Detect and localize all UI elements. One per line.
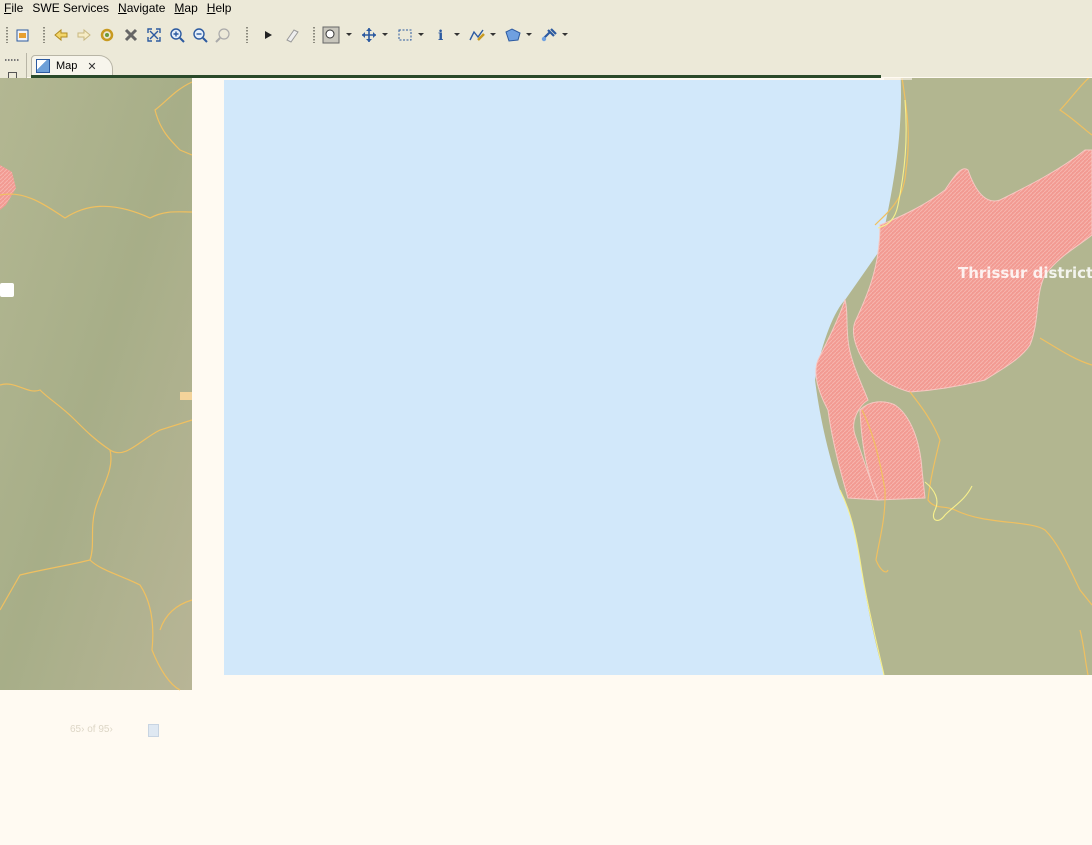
tab-label: Map: [56, 60, 78, 72]
menu-map[interactable]: Map: [170, 0, 202, 17]
status-memory: 65› of 95›: [70, 724, 113, 735]
toolbar-grip[interactable]: [43, 27, 45, 43]
map-label-fragment: [0, 283, 14, 297]
toolbar-grip[interactable]: [313, 27, 315, 43]
zoom-tool-icon[interactable]: [322, 26, 340, 44]
run-icon[interactable]: [259, 26, 277, 44]
zoom-out-icon[interactable]: [191, 26, 209, 44]
map-district-label: Thrissur district: [958, 264, 1092, 282]
info-tool-dropdown[interactable]: [454, 33, 460, 36]
editor-tab-row: [0, 53, 1092, 77]
pan-tool-dropdown[interactable]: [382, 33, 388, 36]
zoom-tool-dropdown[interactable]: [346, 33, 352, 36]
menu-file[interactable]: File: [0, 0, 28, 17]
tab-map[interactable]: Map ✕: [31, 55, 113, 76]
edit-tool-dropdown[interactable]: [490, 33, 496, 36]
map-canvas[interactable]: Thrissur district: [0, 63, 1092, 698]
menu-swe-services[interactable]: SWE Services: [28, 0, 114, 17]
zoom-in-icon[interactable]: [168, 26, 186, 44]
svg-text:i: i: [438, 28, 443, 43]
plugin-tool-dropdown[interactable]: [562, 33, 568, 36]
map-overlay-fragment: [884, 64, 912, 80]
refresh-icon[interactable]: [98, 26, 116, 44]
info-tool-icon[interactable]: i: [432, 26, 450, 44]
zoom-selection-icon[interactable]: [214, 26, 232, 44]
select-tool-dropdown[interactable]: [418, 33, 424, 36]
close-icon[interactable]: ✕: [87, 60, 96, 73]
toolbar-grip[interactable]: [246, 27, 248, 43]
map-repaint-gap: [192, 78, 224, 688]
edit-tool-icon[interactable]: [468, 26, 486, 44]
land-left: [0, 78, 192, 690]
menu-navigate[interactable]: Navigate: [114, 0, 170, 17]
new-map-icon[interactable]: [14, 26, 32, 44]
eraser-icon[interactable]: [283, 26, 301, 44]
main-toolbar: i: [0, 17, 1092, 54]
map-marker: [180, 392, 192, 400]
map-icon: [36, 59, 50, 73]
zoom-extent-icon[interactable]: [145, 26, 163, 44]
feature-tool-dropdown[interactable]: [526, 33, 532, 36]
plugin-tool-icon[interactable]: [540, 26, 558, 44]
trash-icon[interactable]: [148, 724, 159, 737]
stop-icon[interactable]: [122, 26, 140, 44]
minimized-view-stack[interactable]: [0, 53, 27, 81]
select-tool-icon[interactable]: [396, 26, 414, 44]
feature-tool-icon[interactable]: [504, 26, 522, 44]
pan-tool-icon[interactable]: [360, 26, 378, 44]
view-stack-grip[interactable]: [5, 59, 19, 61]
menu-bar: File SWE Services Navigate Map Help: [0, 0, 1092, 17]
forward-icon[interactable]: [75, 26, 93, 44]
menu-help[interactable]: Help: [203, 0, 237, 17]
toolbar-grip[interactable]: [6, 27, 8, 43]
back-icon[interactable]: [52, 26, 70, 44]
sea: [224, 80, 904, 675]
